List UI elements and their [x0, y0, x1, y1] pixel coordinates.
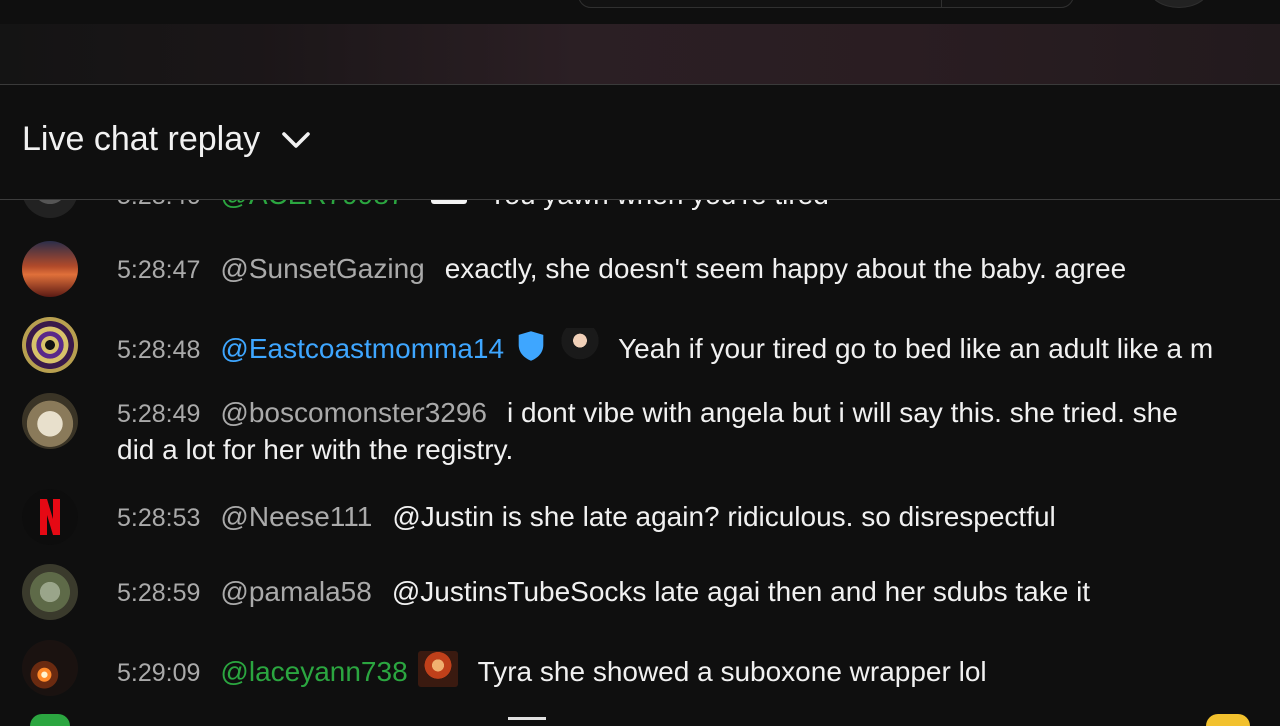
next-message-partial: [0, 712, 1280, 726]
search-divider: [941, 0, 942, 7]
user-avatar[interactable]: [30, 714, 70, 726]
message-text: Tyra she showed a suboxone wrapper lol: [477, 656, 987, 687]
user-avatar[interactable]: [22, 489, 78, 545]
message-timestamp: 5:28:53: [117, 504, 201, 532]
user-avatar[interactable]: [22, 241, 78, 297]
app-header-strip: [0, 0, 1280, 24]
chat-title: Live chat replay: [22, 120, 261, 158]
user-avatar[interactable]: [22, 393, 78, 449]
message-text: @Justin is she late again? ridiculous. s…: [392, 501, 1056, 532]
user-avatar[interactable]: [1206, 714, 1250, 726]
message-text-continued: did a lot for her with the registry.: [117, 434, 514, 465]
message-timestamp: 5:28:49: [117, 400, 201, 428]
member-badge-icon: [417, 651, 458, 687]
message-text: i dont vibe with angela but i will say t…: [507, 397, 1178, 428]
message-text: @JustinsTubeSocks late agai then and her…: [391, 576, 1091, 607]
message-author[interactable]: @boscomonster3296: [220, 397, 487, 428]
member-badge-icon: [560, 328, 601, 364]
message-author[interactable]: @Eastcoastmomma14: [220, 333, 504, 364]
user-avatar[interactable]: [22, 564, 78, 620]
message-text: exactly, she doesn't seem happy about th…: [444, 253, 1127, 284]
chevron-down-icon: [282, 131, 310, 148]
search-box[interactable]: [578, 0, 1074, 8]
message-timestamp: 5:28:47: [117, 256, 201, 284]
chat-mode-dropdown[interactable]: Live chat replay: [22, 120, 314, 159]
message-author[interactable]: @Neese111: [220, 501, 372, 532]
message-timestamp: 5:29:09: [117, 659, 201, 687]
message-timestamp: 5:28:48: [117, 336, 201, 364]
message-author[interactable]: @pamala58: [220, 576, 371, 607]
chat-message-list[interactable]: 5:28:46@ACER79987 You yawn when you're t…: [0, 170, 1280, 720]
message-timestamp: 5:28:59: [117, 579, 201, 607]
netflix-logo-icon: [40, 499, 60, 535]
message-author[interactable]: @laceyann738: [220, 656, 407, 687]
account-avatar[interactable]: [1148, 0, 1210, 8]
message-author[interactable]: @SunsetGazing: [220, 253, 424, 284]
user-avatar[interactable]: [22, 317, 78, 373]
moderator-shield-icon: [518, 331, 544, 361]
user-avatar[interactable]: [22, 640, 78, 696]
message-text: Yeah if your tired go to bed like an adu…: [618, 333, 1214, 364]
